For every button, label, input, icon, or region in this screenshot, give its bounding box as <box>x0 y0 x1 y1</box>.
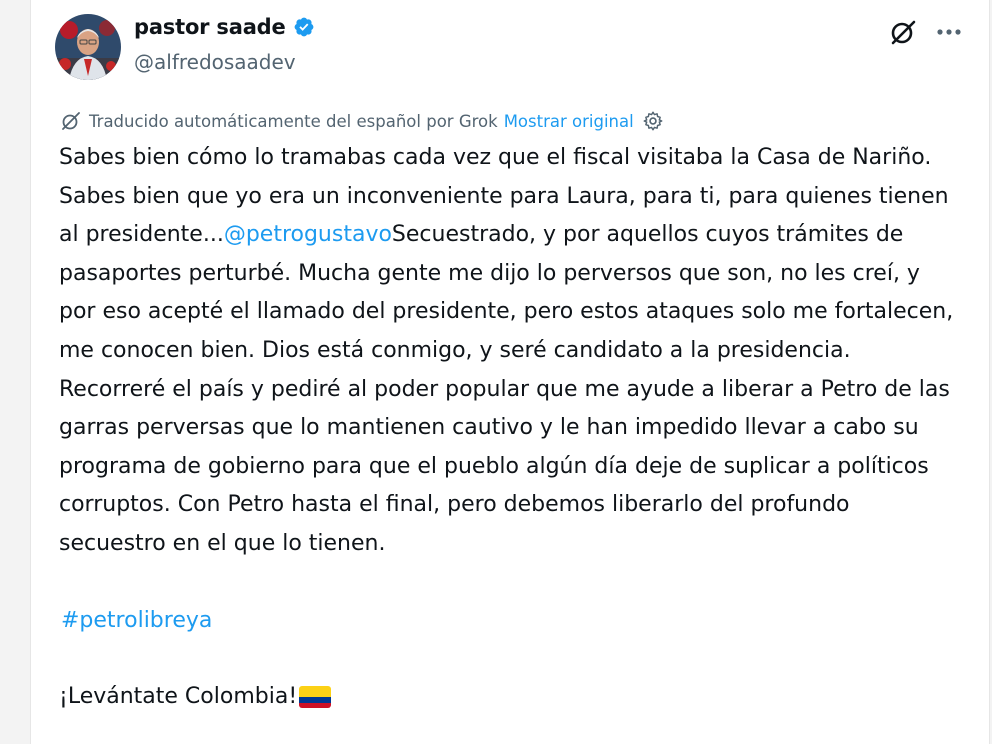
hashtag-link[interactable]: #petrolibreya <box>61 608 212 633</box>
verified-badge-icon <box>294 17 313 37</box>
colombia-flag-icon <box>299 686 332 708</box>
grok-icon[interactable] <box>889 18 917 46</box>
avatar-image <box>55 14 121 80</box>
name-row: pastor saade <box>134 15 315 39</box>
hashtag-line: #petrolibreya <box>61 602 212 640</box>
translation-notice: Traducido automáticamente del español po… <box>61 110 664 132</box>
gear-icon[interactable] <box>642 110 664 132</box>
show-original-link[interactable]: Mostrar original <box>504 112 634 131</box>
avatar[interactable] <box>55 14 121 80</box>
translate-icon <box>62 112 80 130</box>
tweet-card: pastor saade @alfredosaadev Traducido au… <box>30 0 990 744</box>
translation-notice-text: Traducido automáticamente del español po… <box>89 111 498 131</box>
tweet-text: Sabes bien cómo lo tramabas cada vez que… <box>59 139 959 564</box>
more-options-icon[interactable] <box>933 18 965 46</box>
closing-text: ¡Levántate Colombia! <box>59 684 298 709</box>
user-handle[interactable]: @alfredosaadev <box>134 50 296 74</box>
closing-line: ¡Levántate Colombia! <box>59 678 332 716</box>
mention-link[interactable]: @petrogustavo <box>224 222 392 247</box>
tweet-text-part2: Secuestrado, y por aquellos cuyos trámit… <box>59 222 954 556</box>
display-name[interactable]: pastor saade <box>134 15 286 39</box>
